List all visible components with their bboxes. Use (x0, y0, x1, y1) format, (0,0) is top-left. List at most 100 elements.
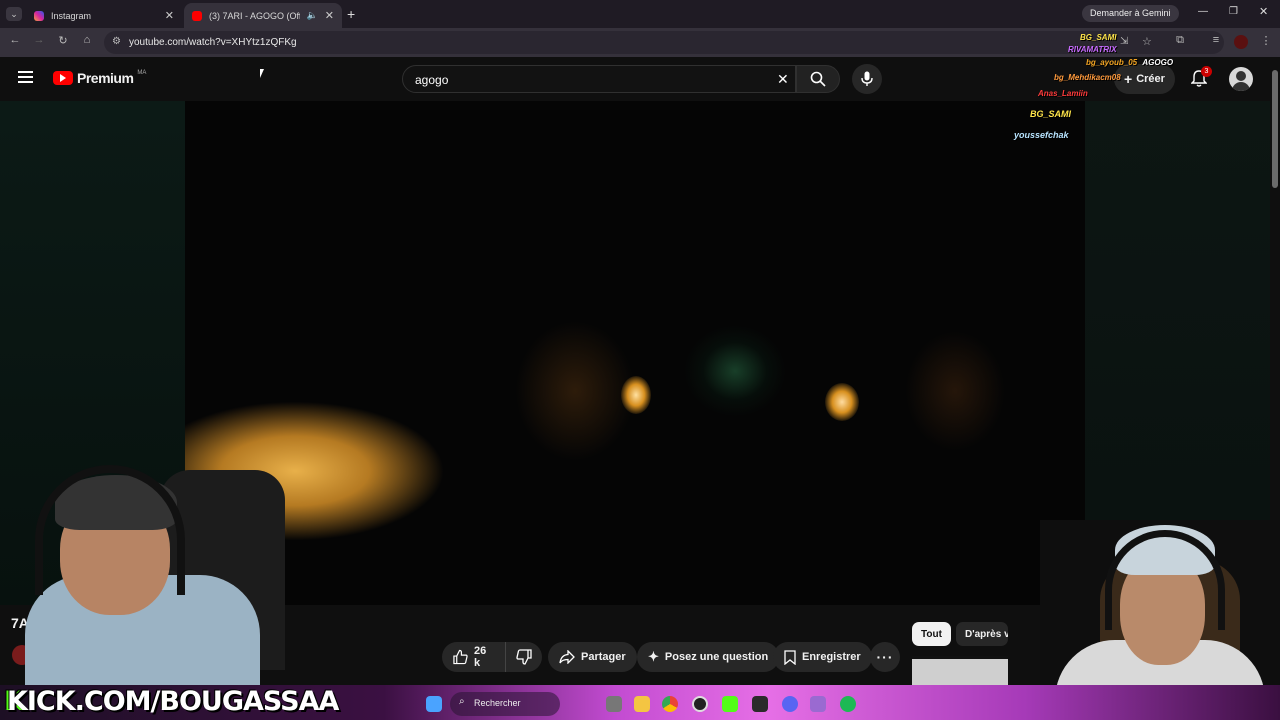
back-icon[interactable]: ← (7, 34, 23, 46)
taskbar-search-label: Rechercher (474, 698, 521, 708)
video-light-2 (825, 383, 859, 421)
chat-username: youssefchak (1014, 130, 1069, 140)
tab-title: Instagram (51, 10, 92, 21)
scrollbar-thumb[interactable] (1272, 70, 1278, 188)
thumbs-up-icon (453, 649, 468, 665)
chat-username: bg_ayoub_05 (1086, 58, 1138, 67)
reload-icon[interactable]: ↻ (55, 34, 71, 47)
new-tab-button[interactable]: + (347, 6, 355, 22)
file-explorer-icon[interactable] (634, 696, 650, 712)
close-tab-icon[interactable]: ✕ (165, 9, 174, 22)
video-player[interactable] (185, 101, 1085, 605)
forward-icon[interactable]: → (31, 34, 47, 46)
chip-all[interactable]: Tout (912, 622, 951, 646)
right-panel (1085, 101, 1270, 521)
chat-username: RIVAMATRIX (1068, 45, 1117, 54)
gemini-label: Demander à Gemini (1090, 8, 1171, 18)
tab-youtube[interactable]: (3) 7ARI - AGOGO (Official 🔈 ✕ (184, 3, 342, 28)
chat-message: Anas_Lamiin (1038, 89, 1088, 98)
chat-message: BG_SAMI (1080, 33, 1116, 42)
like-button[interactable]: 26 k (442, 642, 506, 672)
search-button[interactable] (796, 65, 840, 93)
notification-badge: 3 (1201, 66, 1212, 77)
save-label: Enregistrer (802, 651, 861, 663)
site-info-icon[interactable]: ⚙ (112, 36, 121, 47)
photos-icon[interactable] (810, 696, 826, 712)
obs-icon[interactable] (692, 696, 708, 712)
tab-search-icon[interactable]: ⌄ (6, 7, 22, 21)
search-icon (810, 71, 826, 87)
chat-message: bg_Mehdikacm08 (1054, 73, 1121, 82)
close-tab-icon[interactable]: ✕ (325, 9, 334, 22)
kick-url-text: KICK.COM/BOUGASSAA (6, 686, 339, 717)
kick-url-label: KKICK.COM/BOUGASSAA (4, 686, 339, 717)
chip-from-you[interactable]: D'après vo (956, 622, 1008, 646)
minimize-button[interactable]: — (1198, 6, 1208, 17)
video-light-3 (515, 321, 635, 461)
chat-message: bg_ayoub_05 AGOGO (1086, 58, 1173, 67)
windows-start-icon[interactable] (426, 696, 442, 712)
region-label: MA (137, 70, 147, 76)
task-view-icon[interactable] (606, 696, 622, 712)
account-avatar[interactable] (1229, 67, 1253, 91)
clear-search-icon[interactable]: ✕ (777, 71, 789, 88)
youtube-icon (192, 10, 202, 21)
address-bar[interactable]: ⚙ youtube.com/watch?v=XHYtz1zQFKg ⇲ ☆ (104, 31, 1224, 54)
like-count: 26 k (473, 645, 487, 669)
chat-username: BG_SAMI (1030, 109, 1072, 119)
ask-question-button[interactable]: ✦ Posez une question (637, 642, 780, 672)
share-label: Partager (581, 651, 626, 663)
speaker-icon[interactable]: 🔈 (307, 10, 318, 21)
left-webcam (0, 455, 290, 687)
youtube-logo[interactable]: Premium MA (53, 70, 146, 86)
tab-title: (3) 7ARI - AGOGO (Official (209, 10, 300, 21)
sparkle-icon: ✦ (648, 649, 659, 664)
home-icon[interactable]: ⌂ (79, 34, 95, 46)
mouse-cursor-icon (260, 69, 264, 78)
extensions-icon[interactable]: ⧉ (1172, 34, 1188, 47)
taskbar-search[interactable]: ⌕ Rechercher (450, 692, 560, 716)
spotify-icon[interactable] (840, 696, 856, 712)
chat-username: Anas_Lamiin (1038, 89, 1088, 98)
chat-username: bg_Mehdikacm08 (1054, 73, 1121, 82)
dislike-button[interactable] (506, 642, 542, 672)
notifications-button[interactable]: 3 (1189, 66, 1212, 88)
recommendation-thumb[interactable] (912, 656, 1008, 686)
url-text: youtube.com/watch?v=XHYtz1zQFKg (129, 37, 297, 48)
app-icon[interactable] (752, 696, 768, 712)
discord-icon[interactable] (782, 696, 798, 712)
chip-label: D'après vo (965, 628, 1008, 640)
gemini-button[interactable]: Demander à Gemini (1082, 5, 1179, 22)
chrome-icon[interactable] (662, 696, 678, 712)
search-input[interactable]: agogo ✕ (402, 65, 796, 93)
tab-instagram[interactable]: Instagram ✕ (26, 3, 182, 28)
ask-label: Posez une question (664, 651, 769, 663)
media-controls-icon[interactable]: ≡ (1208, 34, 1224, 46)
video-light-4 (905, 331, 1005, 451)
browser-tab-strip: ⌄ Instagram ✕ (3) 7ARI - AGOGO (Official… (0, 0, 1280, 28)
chat-username: BG_SAMI (1080, 33, 1117, 42)
close-window-button[interactable]: ✕ (1259, 5, 1268, 18)
install-icon[interactable]: ⇲ (1120, 36, 1128, 47)
kick-app-icon[interactable] (722, 696, 738, 712)
chip-label: Tout (921, 628, 942, 640)
restore-button[interactable]: ❐ (1229, 6, 1238, 17)
share-icon (559, 650, 575, 664)
microphone-icon (861, 71, 873, 86)
premium-label: Premium (77, 70, 134, 86)
youtube-play-icon (53, 71, 73, 85)
thumbs-down-icon (516, 649, 532, 665)
share-button[interactable]: Partager (548, 642, 637, 672)
voice-search-button[interactable] (852, 64, 882, 94)
profile-avatar[interactable] (1234, 35, 1248, 49)
video-fan-glow (685, 326, 785, 416)
chat-message: BG_SAMI (1030, 109, 1071, 119)
bookmark-star-icon[interactable]: ☆ (1142, 35, 1152, 48)
more-actions-button[interactable]: ··· (870, 642, 900, 672)
save-button[interactable]: Enregistrer (773, 642, 872, 672)
search-icon: ⌕ (459, 696, 465, 707)
hamburger-menu-icon[interactable] (18, 71, 33, 83)
chat-text: AGOGO (1142, 58, 1174, 67)
chat-message: youssefchak (1014, 130, 1069, 140)
browser-menu-icon[interactable]: ⋮ (1258, 34, 1274, 47)
